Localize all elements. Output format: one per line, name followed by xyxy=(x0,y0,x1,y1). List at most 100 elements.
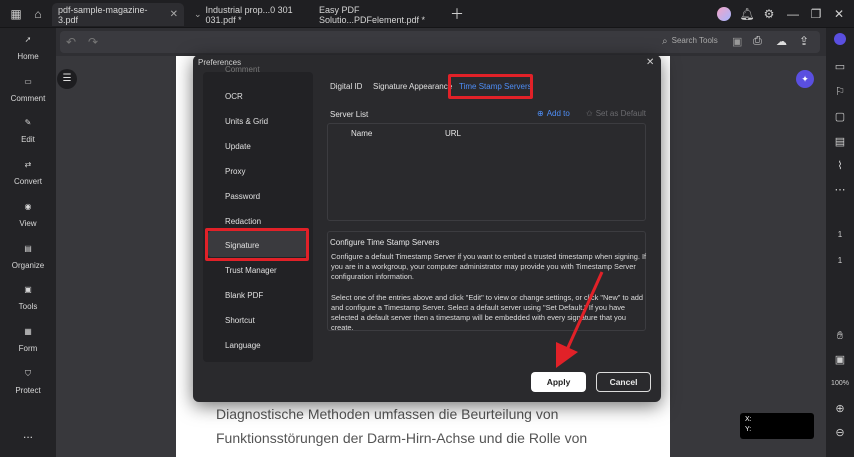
plus-circle-icon: ⊕ xyxy=(537,109,544,118)
column-header-name[interactable]: Name xyxy=(351,129,372,138)
y-label: Y: xyxy=(745,426,752,433)
fields-icon[interactable]: ▤ xyxy=(831,133,849,151)
sidebar-item-tools[interactable]: ▣ Tools xyxy=(0,285,56,311)
page-total: 1 xyxy=(837,256,843,265)
restore-icon[interactable]: ❐ xyxy=(808,6,824,22)
search-icon: ⌕ xyxy=(662,36,668,47)
set-default-label: Set as Default xyxy=(595,109,646,118)
sidebar-item-label: Comment xyxy=(10,94,46,103)
zoom-out-icon[interactable]: ⊖ xyxy=(831,424,849,442)
thumbnails-icon[interactable]: ▭ xyxy=(831,58,849,76)
window-close-icon[interactable]: ✕ xyxy=(831,6,847,22)
sidebar-item-comment[interactable]: ▭ Comment xyxy=(0,77,56,103)
close-icon[interactable]: ✕ xyxy=(646,57,654,68)
more-icon[interactable]: ... xyxy=(0,427,56,441)
sidebar-item-form[interactable]: ▦ Form xyxy=(0,327,56,353)
ai-icon[interactable] xyxy=(831,33,849,51)
star-icon: ✩ xyxy=(586,109,593,118)
nav-item-redaction[interactable]: Redaction xyxy=(225,217,261,226)
sidebar-item-view[interactable]: ◉ View xyxy=(0,202,56,228)
edit-icon: ✎ xyxy=(24,118,32,127)
sidebar-item-organize[interactable]: ▤ Organize xyxy=(0,244,56,270)
rocket-icon: ➚ xyxy=(24,35,32,44)
page-current[interactable]: 1 xyxy=(831,226,849,244)
sidebar-item-label: Form xyxy=(18,344,38,353)
title-bar: ▦ ⌂ pdf-sample-magazine-3.pdf ✕ ⌄ Indust… xyxy=(0,0,854,28)
zoom-in-icon[interactable]: ⊕ xyxy=(831,400,849,418)
document-text-line: Funktionsstörungen der Darm-Hirn-Achse u… xyxy=(216,430,588,446)
avatar[interactable] xyxy=(716,6,732,22)
comments-panel-icon[interactable]: ▢ xyxy=(831,108,849,126)
column-header-url[interactable]: URL xyxy=(445,129,461,138)
undo-icon[interactable]: ↶ xyxy=(66,35,76,49)
home-tab-icon[interactable]: ⌂ xyxy=(30,6,46,22)
sidebar-item-convert[interactable]: ⇄ Convert xyxy=(0,160,56,186)
nav-item-proxy[interactable]: Proxy xyxy=(225,167,245,176)
sidebar-item-edit[interactable]: ✎ Edit xyxy=(0,118,56,144)
convert-icon: ⇄ xyxy=(24,160,32,169)
sidebar-item-label: View xyxy=(19,219,37,228)
nav-item-comment[interactable]: Comment xyxy=(225,65,260,74)
minimize-icon[interactable]: — xyxy=(785,6,801,22)
nav-item-trust-manager[interactable]: Trust Manager xyxy=(225,266,277,275)
nav-item-ocr[interactable]: OCR xyxy=(225,92,243,101)
bell-icon[interactable]: 🔔︎ xyxy=(739,6,755,22)
hand-icon[interactable]: ✋︎ xyxy=(831,327,849,345)
sidebar-item-home[interactable]: ➚ Home xyxy=(0,35,56,61)
sliders-icon[interactable]: ☰ xyxy=(57,69,77,89)
search-tools[interactable]: ⌕ Search Tools xyxy=(662,36,718,47)
server-list-label: Server List xyxy=(330,110,369,119)
nav-item-password[interactable]: Password xyxy=(225,192,260,201)
comment-icon: ▭ xyxy=(24,77,32,86)
sidebar-item-protect[interactable]: ⛉ Protect xyxy=(0,369,56,395)
server-list-table[interactable] xyxy=(327,123,646,221)
sidebar-item-label: Edit xyxy=(21,135,35,144)
save-icon[interactable]: ▣ xyxy=(732,35,742,48)
nav-item-units-grid[interactable]: Units & Grid xyxy=(225,117,268,126)
set-default-button[interactable]: ✩ Set as Default xyxy=(586,109,646,118)
zoom-level[interactable]: 100% xyxy=(831,375,849,393)
tab-label: Easy PDF Solutio...PDFelement.pdf * xyxy=(319,4,426,25)
new-tab-icon[interactable]: ＋ xyxy=(449,6,465,22)
tab-label: Industrial prop...0 301 031.pdf * xyxy=(205,4,293,25)
form-icon: ▦ xyxy=(24,327,32,336)
share-icon[interactable]: ⇪ xyxy=(799,34,809,48)
sidebar-item-label: Organize xyxy=(11,261,45,270)
more-icon[interactable]: ⋯ xyxy=(831,181,849,199)
nav-item-update[interactable]: Update xyxy=(225,142,251,151)
gear-icon[interactable]: ⚙ xyxy=(761,6,777,22)
add-to-label: Add to xyxy=(546,109,570,118)
fit-page-icon[interactable]: ▣ xyxy=(831,351,849,369)
tab-label: pdf-sample-magazine-3.pdf xyxy=(58,4,148,25)
sidebar-item-label: Protect xyxy=(15,386,41,395)
tab-document-1[interactable]: pdf-sample-magazine-3.pdf ✕ xyxy=(52,3,184,26)
tab-signature-appearance[interactable]: Signature Appearance xyxy=(373,82,452,91)
chevron-down-icon: ⌄ xyxy=(194,9,202,19)
print-icon[interactable]: ⎙ xyxy=(753,35,762,48)
highlight-box xyxy=(448,74,533,99)
organize-icon: ▤ xyxy=(24,244,32,253)
shield-icon: ⛉ xyxy=(25,369,31,378)
close-icon[interactable]: ✕ xyxy=(170,9,178,20)
cloud-upload-icon[interactable]: ☁ xyxy=(776,35,787,48)
tab-document-3[interactable]: Easy PDF Solutio...PDFelement.pdf * xyxy=(313,3,445,26)
annotation-arrow xyxy=(556,271,604,368)
bookmark-icon[interactable]: ⚐ xyxy=(831,83,849,101)
tab-digital-id[interactable]: Digital ID xyxy=(330,82,362,91)
nav-item-blank-pdf[interactable]: Blank PDF xyxy=(225,291,263,300)
add-to-button[interactable]: ⊕ Add to xyxy=(537,109,570,118)
nav-item-language[interactable]: Language xyxy=(225,341,261,350)
eye-icon: ◉ xyxy=(24,202,32,211)
redo-icon[interactable]: ↷ xyxy=(88,35,98,49)
document-text-line: Diagnostische Methoden umfassen die Beur… xyxy=(216,406,559,422)
tab-document-2[interactable]: ⌄ Industrial prop...0 301 031.pdf * xyxy=(188,3,313,26)
app-menu-icon[interactable]: ▦ xyxy=(8,6,24,22)
toolbox-icon: ▣ xyxy=(24,285,32,294)
attachment-icon[interactable]: ⌇ xyxy=(831,157,849,175)
coordinate-readout: X: Y: xyxy=(740,413,814,439)
x-label: X: xyxy=(745,416,752,423)
sidebar-item-label: Convert xyxy=(13,177,42,186)
nav-item-shortcut[interactable]: Shortcut xyxy=(225,316,255,325)
highlight-box xyxy=(205,228,309,261)
ai-assistant-icon[interactable]: ✦ xyxy=(796,70,814,88)
